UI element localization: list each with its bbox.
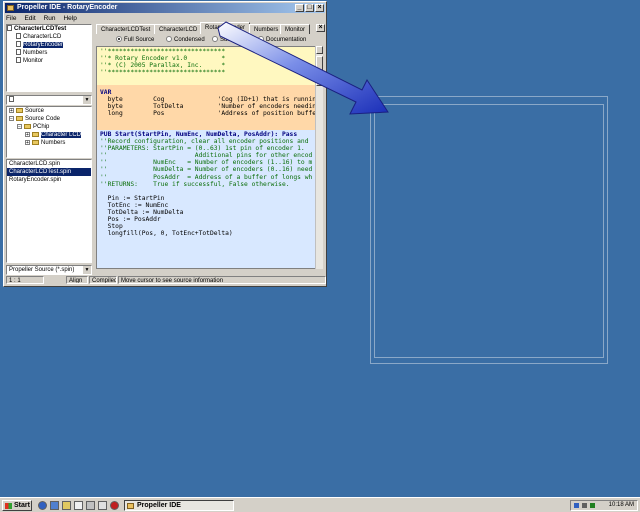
title-bar[interactable]: Propeller IDE - RotaryEncoder _ □ × [5, 3, 325, 13]
tree-item-rotaryencoder[interactable]: RotaryEncoder [7, 41, 91, 49]
file-icon [16, 49, 21, 56]
code-line: '' NumDelta = Number of encoders (0..16)… [100, 166, 313, 174]
close-button[interactable]: × [315, 4, 324, 12]
minimize-button[interactable]: _ [295, 4, 304, 12]
tree-item-characterlcd[interactable]: CharacterLCD [7, 33, 91, 41]
chevron-down-icon[interactable]: ▼ [83, 266, 91, 274]
code-line: '' NumEnc = Number of encoders (1..16) t… [100, 159, 313, 167]
menu-edit[interactable]: Edit [24, 14, 35, 23]
explorer-icon[interactable] [62, 501, 71, 510]
radio-condensed[interactable]: Condensed [166, 36, 205, 44]
folder-icon [16, 115, 23, 121]
pub-block: PUB Start(StartPin, NumEnc, NumDelta, Po… [97, 130, 320, 268]
browser-icon[interactable] [38, 501, 47, 510]
file-filter-select[interactable]: Propeller Source (*.spin) ▼ [6, 265, 92, 275]
maximize-button[interactable]: □ [305, 4, 314, 12]
file-icon [16, 41, 21, 48]
menu-file[interactable]: File [6, 14, 16, 23]
menu-bar: File Edit Run Help [6, 14, 83, 23]
expand-icon[interactable]: + [9, 107, 14, 113]
taskbar-button-propeller-ide[interactable]: Propeller IDE [124, 500, 234, 511]
folder-item[interactable]: − Source Code [7, 115, 91, 123]
file-item[interactable]: CharacterLCD.spin [7, 160, 91, 168]
collapse-icon[interactable]: − [17, 123, 22, 129]
code-line: ''Record configuration, clear all encode… [100, 138, 309, 146]
status-hint: Move cursor to see source information [118, 276, 326, 284]
code-line: Stop [100, 223, 123, 231]
notepad-icon[interactable] [98, 501, 107, 510]
media-icon[interactable] [110, 501, 119, 510]
status-bar: 1 : 1 Align Compiled Move cursor to see … [6, 276, 326, 284]
status-align: Align [66, 276, 88, 284]
file-list: CharacterLCD.spin CharacterLCDTest.spin … [6, 159, 92, 263]
drag-outline-inner [374, 104, 604, 358]
tree-item-monitor[interactable]: Monitor [7, 57, 91, 65]
clock[interactable]: 10:18 AM [609, 501, 634, 510]
folder-icon [16, 107, 23, 113]
tab-characterlcdtest[interactable]: CharacterLCDTest [96, 24, 156, 34]
folder-icon [32, 139, 39, 145]
code-line: '' PosAddr = Address of a buffer of long… [100, 173, 313, 181]
outlook-icon[interactable] [50, 501, 59, 510]
file-icon [7, 25, 12, 32]
folder-icon [24, 123, 31, 129]
code-line: ''RETURNS: True if successful, False oth… [100, 180, 290, 188]
tree-root[interactable]: CharacterLCDTest [7, 25, 91, 33]
menu-help[interactable]: Help [63, 14, 76, 23]
app-icon [7, 5, 14, 11]
windows-logo-icon [5, 503, 12, 509]
radio-icon [166, 36, 172, 43]
code-line: TotEnc := NumEnc [100, 201, 169, 209]
code-line: '' Additional pins for other encod [100, 152, 313, 160]
expand-icon[interactable]: + [25, 131, 30, 137]
folder-tree: + Source − Source Code − PChip + Character L… [6, 106, 92, 158]
taskbar: Start Propeller IDE 10:18 AM [0, 497, 640, 512]
collapse-icon[interactable]: − [9, 115, 14, 121]
file-icon [16, 33, 21, 40]
desktop-icon[interactable] [74, 501, 83, 510]
security-icon[interactable] [590, 503, 595, 508]
drive-select[interactable]: ▼ [6, 95, 92, 105]
code-line: Pin := StartPin [100, 194, 165, 202]
window-title: Propeller IDE - RotaryEncoder [17, 4, 118, 11]
app-icon[interactable] [86, 501, 95, 510]
code-line: PUB Start(StartPin, NumEnc, NumDelta, Po… [100, 131, 298, 138]
file-item[interactable]: RotaryEncoder.spin [7, 176, 91, 184]
file-icon [16, 57, 21, 64]
folder-item[interactable]: + Character LCD [7, 131, 91, 139]
folder-item[interactable]: − PChip [7, 123, 91, 131]
menu-run[interactable]: Run [44, 14, 56, 23]
status-compiled: Compiled [89, 276, 117, 284]
code-line: longfill(Pos, 0, TotEnc+TotDelta) [100, 230, 233, 238]
code-line: Pos := PosAddr [100, 216, 161, 224]
network-icon[interactable] [574, 503, 579, 508]
code-line: ''PARAMETERS: StartPin = (0..63) 1st pin… [100, 145, 305, 153]
start-button[interactable]: Start [2, 500, 32, 511]
tree-item-numbers[interactable]: Numbers [7, 49, 91, 57]
folder-item[interactable]: + Numbers [7, 139, 91, 147]
tab-characterlcd[interactable]: CharacterLCD [154, 24, 203, 34]
status-position: 1 : 1 [6, 276, 44, 284]
radio-icon [116, 36, 122, 43]
folder-icon [32, 131, 39, 137]
system-tray: 10:18 AM [570, 500, 638, 511]
volume-icon[interactable] [582, 503, 587, 508]
object-tree: CharacterLCDTest CharacterLCD RotaryEnco… [6, 24, 92, 92]
chevron-down-icon[interactable]: ▼ [83, 96, 91, 104]
file-item[interactable]: CharacterLCDTest.spin [7, 168, 91, 176]
drive-icon [9, 96, 14, 103]
drag-arrow-icon [217, 21, 389, 115]
app-icon [127, 503, 134, 509]
code-line: TotDelta := NumDelta [100, 209, 184, 217]
radio-full-source[interactable]: Full Source [116, 36, 154, 44]
expand-icon[interactable]: + [25, 139, 30, 145]
folder-item[interactable]: + Source [7, 107, 91, 115]
